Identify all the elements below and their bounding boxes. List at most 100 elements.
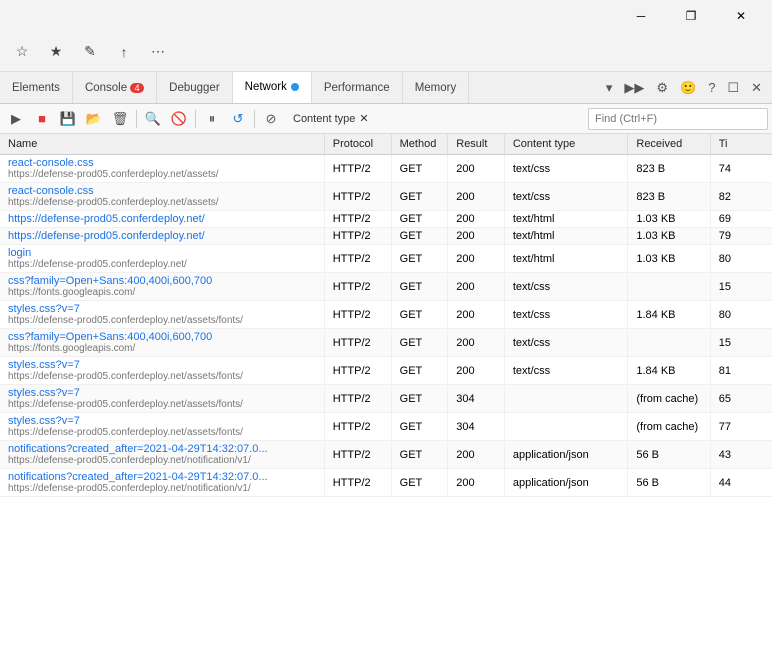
cell-content-type — [504, 413, 628, 441]
row-name-url: https://defense-prod05.conferdeploy.net/… — [8, 371, 316, 382]
find-input[interactable] — [588, 108, 768, 130]
row-name-primary: notifications?created_after=2021-04-29T1… — [8, 471, 316, 483]
split-icon[interactable]: ☐ — [723, 78, 743, 98]
cell-method: GET — [391, 413, 448, 441]
cell-protocol: HTTP/2 — [324, 245, 391, 273]
table-row[interactable]: notifications?created_after=2021-04-29T1… — [0, 469, 772, 497]
cell-time: 15 — [710, 273, 772, 301]
stop-button[interactable]: ■ — [30, 107, 54, 131]
header-method[interactable]: Method — [391, 134, 448, 155]
cell-protocol: HTTP/2 — [324, 273, 391, 301]
bookmark-star-icon[interactable]: ★ — [42, 38, 70, 66]
header-content-type[interactable]: Content type — [504, 134, 628, 155]
cell-protocol: HTTP/2 — [324, 385, 391, 413]
reload-button[interactable]: ↺ — [226, 107, 250, 131]
cell-result: 200 — [448, 273, 505, 301]
content-type-filter[interactable]: Content type ✕ — [285, 110, 377, 127]
row-name-url: https://defense-prod05.conferdeploy.net/… — [8, 315, 316, 326]
import-button[interactable]: 📂 — [82, 107, 106, 131]
cell-method: GET — [391, 273, 448, 301]
cell-received: 56 B — [628, 441, 710, 469]
cell-received: 1.03 KB — [628, 211, 710, 228]
table-row[interactable]: css?family=Open+Sans:400,400i,600,700htt… — [0, 329, 772, 357]
cell-protocol: HTTP/2 — [324, 211, 391, 228]
table-row[interactable]: styles.css?v=7https://defense-prod05.con… — [0, 413, 772, 441]
cell-time: 69 — [710, 211, 772, 228]
cell-method: GET — [391, 469, 448, 497]
table-row[interactable]: styles.css?v=7https://defense-prod05.con… — [0, 385, 772, 413]
tab-console[interactable]: Console 4 — [73, 72, 157, 104]
table-row[interactable]: loginhttps://defense-prod05.conferdeploy… — [0, 245, 772, 273]
close-devtools-icon[interactable]: ✕ — [747, 78, 766, 98]
share-icon[interactable]: ↑ — [110, 38, 138, 66]
row-name-primary: notifications?created_after=2021-04-29T1… — [8, 443, 316, 455]
close-button[interactable]: ✕ — [718, 0, 764, 32]
restore-button[interactable]: ❐ — [668, 0, 714, 32]
cell-content-type: text/css — [504, 273, 628, 301]
filter-icon-btn[interactable]: ⊘ — [259, 107, 283, 131]
tab-memory[interactable]: Memory — [403, 72, 470, 104]
tab-performance[interactable]: Performance — [312, 72, 403, 104]
cell-result: 304 — [448, 385, 505, 413]
more-icon[interactable]: ⋯ — [144, 38, 172, 66]
network-table-container[interactable]: Name Protocol Method Result Content type… — [0, 134, 772, 650]
table-row[interactable]: notifications?created_after=2021-04-29T1… — [0, 441, 772, 469]
browser-toolbar: ☆ ★ ✎ ↑ ⋯ — [0, 32, 772, 72]
search-filter-button[interactable]: 🔍 — [141, 107, 165, 131]
cell-method: GET — [391, 301, 448, 329]
header-protocol[interactable]: Protocol — [324, 134, 391, 155]
row-name-url: https://fonts.googleapis.com/ — [8, 343, 316, 354]
row-name-primary: css?family=Open+Sans:400,400i,600,700 — [8, 331, 316, 343]
table-row[interactable]: https://defense-prod05.conferdeploy.net/… — [0, 228, 772, 245]
dock-icon[interactable]: ▶▶ — [620, 78, 648, 98]
tab-debugger[interactable]: Debugger — [157, 72, 233, 104]
table-row[interactable]: react-console.csshttps://defense-prod05.… — [0, 155, 772, 183]
table-row[interactable]: react-console.csshttps://defense-prod05.… — [0, 183, 772, 211]
table-row[interactable]: styles.css?v=7https://defense-prod05.con… — [0, 301, 772, 329]
cell-content-type: text/html — [504, 228, 628, 245]
header-name[interactable]: Name — [0, 134, 324, 155]
cell-time: 15 — [710, 329, 772, 357]
cell-content-type: text/html — [504, 211, 628, 228]
pen-icon[interactable]: ✎ — [76, 38, 104, 66]
minimize-button[interactable]: ─ — [618, 0, 664, 32]
table-row[interactable]: css?family=Open+Sans:400,400i,600,700htt… — [0, 273, 772, 301]
clear-button[interactable]: 🗑 — [108, 107, 132, 131]
cell-name: styles.css?v=7https://defense-prod05.con… — [0, 385, 324, 413]
cell-result: 200 — [448, 211, 505, 228]
save-button[interactable]: 💾 — [56, 107, 80, 131]
play-button[interactable]: ▶ — [4, 107, 28, 131]
cell-content-type — [504, 385, 628, 413]
table-row[interactable]: styles.css?v=7https://defense-prod05.con… — [0, 357, 772, 385]
cell-content-type: text/css — [504, 329, 628, 357]
cell-received: 56 B — [628, 469, 710, 497]
row-name-url: https://defense-prod05.conferdeploy.net/… — [8, 197, 316, 208]
header-result[interactable]: Result — [448, 134, 505, 155]
tab-network[interactable]: Network — [233, 72, 312, 104]
bookmark-icon[interactable]: ☆ — [8, 38, 36, 66]
help-icon[interactable]: ? — [704, 78, 719, 97]
table-row[interactable]: https://defense-prod05.conferdeploy.net/… — [0, 211, 772, 228]
network-toolbar: ▶ ■ 💾 📂 🗑 🔍 🚫 ⏸ ↺ ⊘ Content type ✕ — [0, 104, 772, 134]
pause-button[interactable]: ⏸ — [200, 107, 224, 131]
cell-method: GET — [391, 385, 448, 413]
cell-result: 304 — [448, 413, 505, 441]
filter-tag-close[interactable]: ✕ — [359, 112, 368, 125]
settings-icon[interactable]: ⚙ — [652, 78, 672, 98]
cell-content-type: text/css — [504, 183, 628, 211]
header-received[interactable]: Received — [628, 134, 710, 155]
cell-method: GET — [391, 183, 448, 211]
row-name-primary: login — [8, 247, 316, 259]
row-name-primary: styles.css?v=7 — [8, 359, 316, 371]
emoji-icon[interactable]: 🙂 — [676, 78, 700, 98]
cell-protocol: HTTP/2 — [324, 413, 391, 441]
filter-icon[interactable]: ▾ — [602, 78, 617, 98]
cell-result: 200 — [448, 245, 505, 273]
cell-result: 200 — [448, 329, 505, 357]
cell-received — [628, 273, 710, 301]
tab-elements[interactable]: Elements — [0, 72, 73, 104]
block-button[interactable]: 🚫 — [167, 107, 191, 131]
cell-content-type: application/json — [504, 469, 628, 497]
row-name-url: https://defense-prod05.conferdeploy.net/… — [8, 455, 316, 466]
header-time[interactable]: Ti — [710, 134, 772, 155]
